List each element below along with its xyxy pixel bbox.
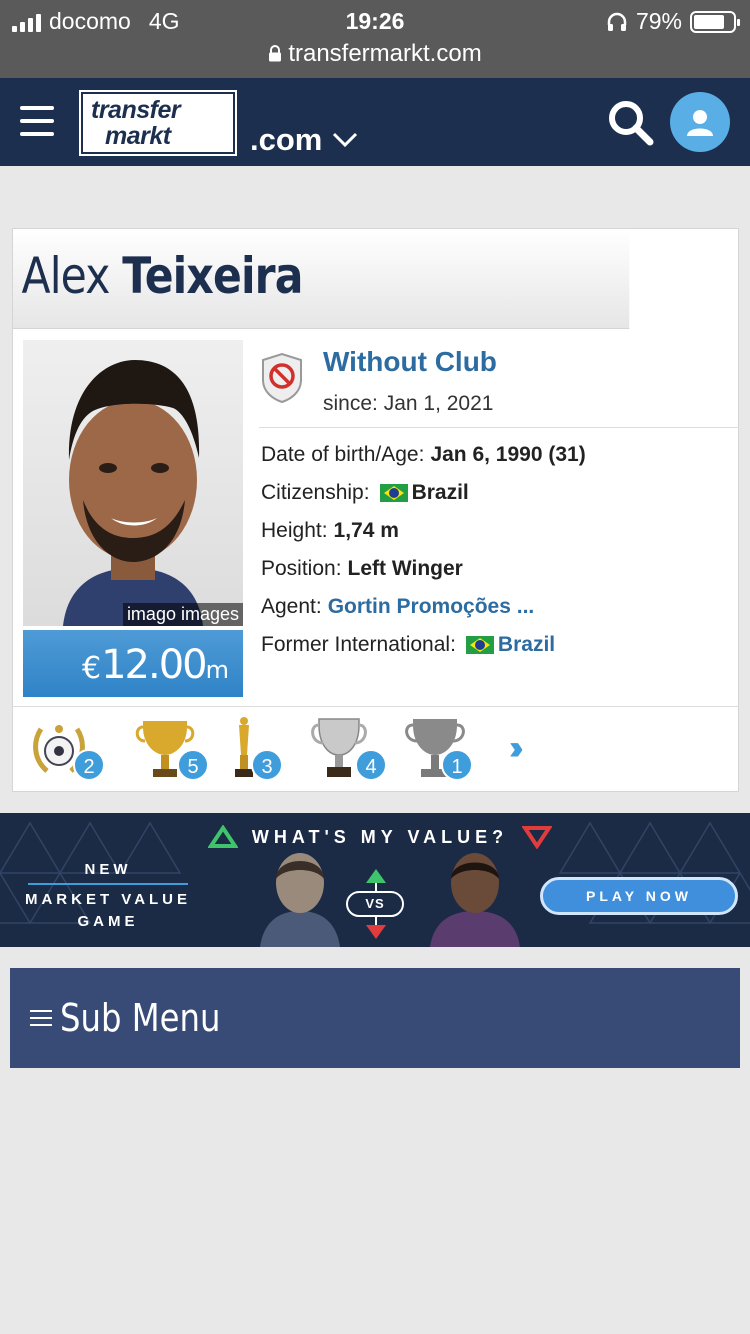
detail-height: Height: 1,74 m: [261, 512, 739, 550]
detail-label: Former International:: [261, 633, 456, 656]
headphones-icon: [607, 12, 627, 31]
detail-label: Height:: [261, 519, 328, 542]
market-value-currency: €: [82, 651, 102, 686]
menu-icon[interactable]: [20, 106, 54, 136]
domain-label: .com: [250, 122, 323, 157]
play-now-button[interactable]: PLAY NOW: [540, 877, 738, 915]
player-profile-card: Alex Teixeira imago images €12.00m Witho…: [12, 228, 739, 792]
trophy-item[interactable]: 1: [405, 715, 485, 785]
club-name-link[interactable]: Without Club: [323, 346, 497, 378]
search-icon[interactable]: [606, 98, 654, 146]
current-club: Without Club since: Jan 1, 2021: [259, 340, 739, 428]
banner-divider: [28, 883, 188, 885]
market-value[interactable]: €12.00m: [23, 630, 243, 697]
more-trophies-icon[interactable]: ››: [509, 729, 523, 768]
user-account-button[interactable]: [670, 92, 730, 152]
triangle-up-icon: [207, 825, 238, 848]
market-value-game-banner[interactable]: WHAT'S MY VALUE? NEW MARKET VALUE GAME V…: [0, 813, 750, 947]
vs-badge: VS: [346, 891, 404, 917]
sub-menu-label: Sub Menu: [60, 996, 221, 1040]
national-team-link[interactable]: Brazil: [498, 628, 555, 662]
detail-label: Citizenship:: [261, 481, 370, 504]
club-since: since: Jan 1, 2021: [323, 392, 494, 415]
market-value-amount: 12.00: [101, 642, 208, 688]
no-club-shield-icon: [262, 352, 302, 404]
achievements-row: 2 5 3 4 1 ››: [13, 706, 738, 792]
detail-value: Jan 6, 1990 (31): [430, 443, 586, 466]
detail-value: Left Winger: [347, 557, 463, 580]
url-text: transfermarkt.com: [288, 40, 482, 67]
player-portrait-image: [63, 360, 203, 626]
brazil-flag-icon: [379, 484, 408, 502]
detail-former-international: Former International: Brazil: [261, 626, 739, 664]
trophy-count-badge: 2: [73, 749, 105, 781]
banner-promo-text: NEW MARKET VALUE GAME: [18, 859, 198, 933]
status-bar: docomo 4G 19:26 79% transfermarkt.com: [0, 0, 750, 78]
battery-percent: 79%: [635, 8, 682, 34]
lock-icon: [269, 45, 282, 62]
market-value-unit: m: [205, 656, 229, 684]
trophy-item[interactable]: 3: [219, 715, 299, 785]
detail-label: Agent:: [261, 595, 322, 618]
user-icon: [687, 110, 713, 136]
detail-value: 1,74 m: [333, 519, 399, 542]
banner-line-game: GAME: [77, 913, 139, 930]
detail-position: Position: Left Winger: [261, 550, 739, 588]
detail-citizenship: Citizenship: Brazil: [261, 474, 739, 512]
detail-agent: Agent: Gortin Promoções ...: [261, 588, 739, 626]
player-left-image: [260, 853, 340, 947]
logo-text-bottom: markt: [105, 122, 171, 150]
player-photo[interactable]: imago images: [23, 340, 243, 626]
player-details: Date of birth/Age: Jan 6, 1990 (31) Citi…: [261, 436, 739, 664]
trophy-count-badge: 3: [251, 749, 283, 781]
banner-line-market-value: MARKET VALUE: [24, 891, 192, 908]
brazil-flag-icon: [465, 636, 494, 654]
detail-value: Brazil: [411, 481, 469, 504]
banner-line-new: NEW: [84, 861, 132, 878]
triangle-down-icon: [522, 826, 553, 849]
banner-title: WHAT'S MY VALUE?: [200, 825, 560, 849]
detail-birth-age: Date of birth/Age: Jan 6, 1990 (31): [261, 436, 739, 474]
trophy-item[interactable]: 5: [135, 715, 215, 785]
chevron-down-icon: [333, 132, 358, 148]
photo-credit: imago images: [122, 603, 243, 626]
trophy-item[interactable]: 2: [29, 715, 109, 785]
trophy-count-badge: 4: [355, 749, 387, 781]
trophy-item[interactable]: 4: [309, 715, 389, 785]
trophy-count-badge: 5: [177, 749, 209, 781]
player-right-image: [430, 853, 520, 947]
player-name-heading: Alex Teixeira: [13, 229, 630, 329]
player-last-name: Teixeira: [122, 247, 303, 305]
sub-menu-bar[interactable]: Sub Menu: [10, 968, 740, 1068]
trophy-count-badge: 1: [441, 749, 473, 781]
battery-info: 79%: [606, 8, 740, 35]
url-bar[interactable]: transfermarkt.com: [0, 40, 750, 68]
list-menu-icon: [30, 1010, 52, 1026]
logo-text-top: transfer: [91, 96, 181, 124]
domain-selector[interactable]: .com: [250, 122, 358, 158]
detail-label: Position:: [261, 557, 342, 580]
battery-icon: [690, 10, 740, 33]
player-first-name: Alex: [21, 247, 111, 305]
banner-title-text: WHAT'S MY VALUE?: [251, 826, 509, 847]
site-logo[interactable]: transfer markt: [79, 90, 237, 156]
agent-link[interactable]: Gortin Promoções ...: [328, 590, 535, 624]
detail-label: Date of birth/Age:: [261, 443, 425, 466]
